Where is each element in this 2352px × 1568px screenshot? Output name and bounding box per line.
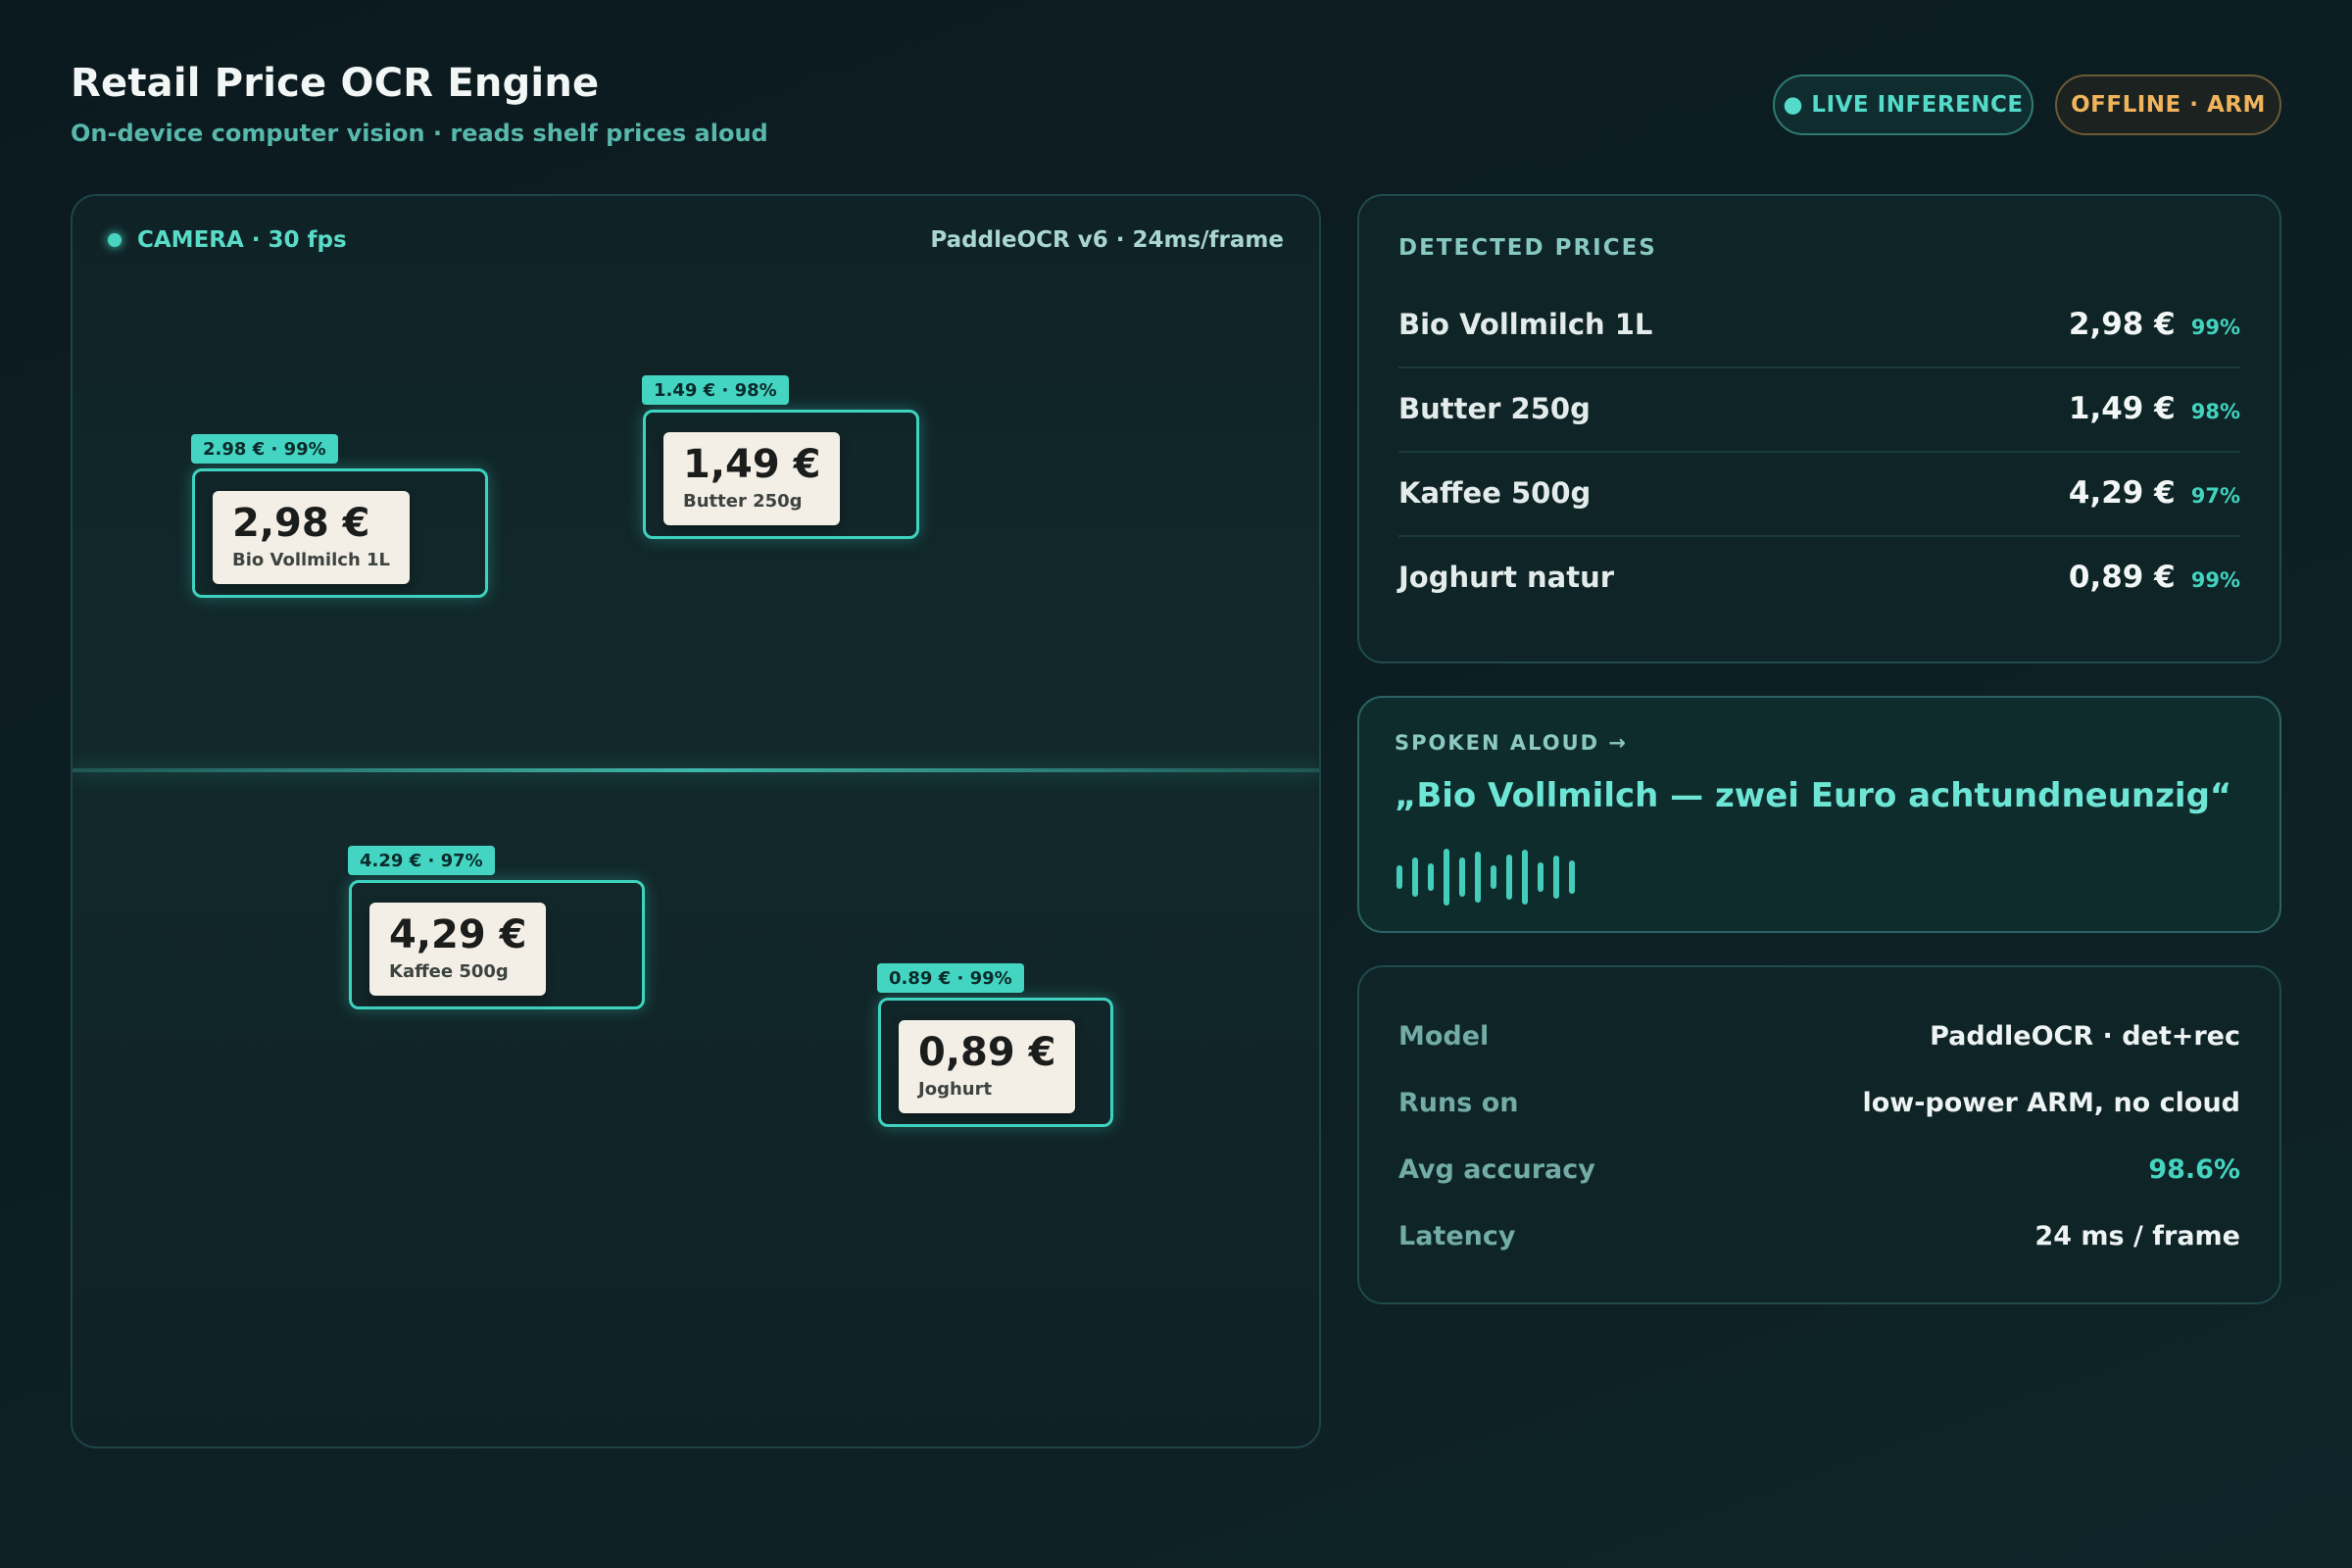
spec-value: 24 ms / frame [2034, 1220, 2240, 1251]
detection-box[interactable]: 1.49 € · 98% 1,49 € Butter 250g [642, 375, 919, 539]
detection-label: 2.98 € · 99% [191, 434, 338, 464]
list-item[interactable]: Kaffee 500g 4,29 € 97% [1398, 451, 2240, 537]
spoken-aloud-panel: SPOKEN ALOUD → „Bio Vollmilch — zwei Eur… [1357, 696, 2281, 933]
audio-waveform-icon [1396, 845, 1585, 909]
detection-box[interactable]: 2.98 € · 99% 2,98 € Bio Vollmilch 1L [191, 434, 488, 598]
detected-prices-panel: DETECTED PRICES Bio Vollmilch 1L 2,98 € … [1357, 194, 2281, 663]
model-specs-panel: Model PaddleOCR · det+rec Runs on low-po… [1357, 965, 2281, 1304]
waveform-bar [1396, 865, 1402, 889]
spec-row-model: Model PaddleOCR · det+rec [1398, 1016, 2240, 1055]
offline-arm-badge: OFFLINE · ARM [2055, 74, 2281, 135]
live-inference-badge: ● LIVE INFERENCE [1773, 74, 2034, 135]
waveform-bar [1569, 860, 1575, 894]
spec-key: Latency [1398, 1220, 1516, 1251]
item-price: 0,89 € [2068, 560, 2176, 595]
price-tag-price: 1,49 € [683, 442, 821, 487]
item-confidence: 98% [2190, 400, 2240, 423]
shelf-divider [73, 768, 1319, 772]
waveform-bar [1506, 855, 1512, 900]
recording-dot-icon [108, 233, 122, 247]
spec-value: PaddleOCR · det+rec [1930, 1020, 2240, 1052]
waveform-bar [1475, 852, 1481, 903]
list-item[interactable]: Joghurt natur 0,89 € 99% [1398, 535, 2240, 619]
spec-value: 98.6% [2148, 1153, 2240, 1185]
waveform-bar [1412, 858, 1418, 897]
page-subtitle: On-device computer vision · reads shelf … [71, 120, 768, 147]
spec-value: low-power ARM, no cloud [1862, 1087, 2240, 1118]
detection-box[interactable]: 0.89 € · 99% 0,89 € Joghurt [877, 963, 1113, 1127]
detection-box[interactable]: 4.29 € · 97% 4,29 € Kaffee 500g [348, 846, 645, 1009]
price-tag-name: Butter 250g [683, 491, 803, 512]
spec-key: Runs on [1398, 1087, 1519, 1118]
detection-label: 1.49 € · 98% [642, 375, 789, 405]
detected-prices-heading: DETECTED PRICES [1398, 235, 1657, 261]
spoken-aloud-heading: SPOKEN ALOUD → [1395, 731, 1628, 755]
waveform-bar [1538, 862, 1544, 892]
camera-status-label: CAMERA · 30 fps [137, 227, 347, 253]
price-tag-price: 2,98 € [232, 501, 370, 546]
price-tag-price: 0,89 € [918, 1030, 1056, 1075]
spoken-aloud-text: „Bio Vollmilch — zwei Euro achtundneunzi… [1395, 776, 2232, 815]
price-tag: 1,49 € Butter 250g [663, 432, 841, 525]
item-name: Kaffee 500g [1398, 476, 1592, 510]
spec-row-runs-on: Runs on low-power ARM, no cloud [1398, 1083, 2240, 1122]
item-price: 4,29 € [2068, 475, 2176, 511]
spec-row-latency: Latency 24 ms / frame [1398, 1216, 2240, 1255]
price-tag: 4,29 € Kaffee 500g [369, 903, 547, 996]
camera-view: CAMERA · 30 fps PaddleOCR v6 · 24ms/fram… [71, 194, 1321, 1448]
price-tag: 0,89 € Joghurt [899, 1020, 1076, 1113]
price-tag: 2,98 € Bio Vollmilch 1L [213, 491, 411, 584]
item-confidence: 99% [2190, 316, 2240, 339]
waveform-bar [1428, 863, 1434, 891]
item-name: Butter 250g [1398, 392, 1591, 425]
camera-status: CAMERA · 30 fps [108, 227, 347, 253]
waveform-bar [1444, 849, 1449, 906]
price-tag-name: Joghurt [918, 1079, 993, 1100]
price-tag-name: Bio Vollmilch 1L [232, 550, 391, 570]
price-tag-price: 4,29 € [389, 912, 527, 957]
spec-key: Model [1398, 1020, 1490, 1052]
price-tag-name: Kaffee 500g [389, 961, 509, 982]
spec-row-accuracy: Avg accuracy 98.6% [1398, 1150, 2240, 1189]
ocr-engine-label: PaddleOCR v6 · 24ms/frame [930, 227, 1284, 253]
spec-key: Avg accuracy [1398, 1153, 1595, 1185]
page-header: Retail Price OCR Engine On-device comput… [71, 61, 768, 147]
list-item[interactable]: Bio Vollmilch 1L 2,98 € 99% [1398, 282, 2240, 368]
item-name: Joghurt natur [1398, 561, 1615, 594]
detection-label: 0.89 € · 99% [877, 963, 1024, 993]
list-item[interactable]: Butter 250g 1,49 € 98% [1398, 367, 2240, 453]
detection-label: 4.29 € · 97% [348, 846, 495, 875]
item-price: 1,49 € [2068, 391, 2176, 426]
item-price: 2,98 € [2068, 307, 2176, 342]
item-name: Bio Vollmilch 1L [1398, 308, 1653, 341]
waveform-bar [1522, 850, 1528, 905]
item-confidence: 97% [2190, 484, 2240, 508]
waveform-bar [1553, 856, 1559, 899]
waveform-bar [1459, 858, 1465, 897]
waveform-bar [1491, 865, 1496, 889]
item-confidence: 99% [2190, 568, 2240, 592]
page-title: Retail Price OCR Engine [71, 61, 600, 106]
